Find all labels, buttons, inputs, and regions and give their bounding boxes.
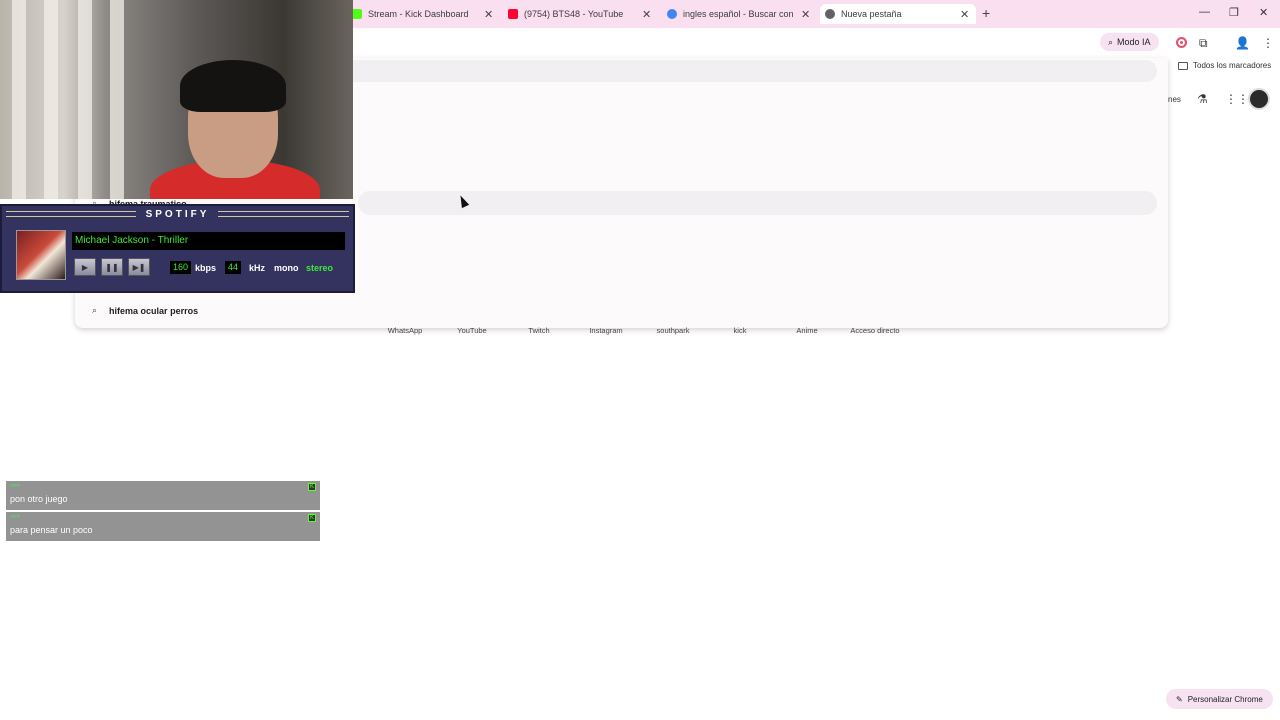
shortcut-youtube[interactable]: YouTube	[442, 326, 502, 335]
suggestion-text: hifema ocular perros	[109, 305, 199, 316]
suggestion-highlight[interactable]	[358, 191, 1157, 215]
new-tab-icon[interactable]: +	[982, 5, 990, 21]
close-icon[interactable]: ✕	[960, 8, 969, 21]
window-close-icon[interactable]: ✕	[1259, 6, 1268, 19]
shortcut-kick[interactable]: kick	[710, 326, 770, 335]
shortcut-southpark[interactable]: southpark	[643, 326, 703, 335]
bitrate-label: kbps	[195, 263, 217, 273]
shortcut-twitch[interactable]: Twitch	[509, 326, 569, 335]
search-icon: ⌕	[92, 305, 98, 315]
google-icon	[667, 9, 677, 19]
play-button[interactable]: ▶	[74, 258, 96, 276]
tab-title: Stream - Kick Dashboard	[368, 9, 469, 19]
google-apps-icon[interactable]: ⋮⋮	[1225, 92, 1249, 106]
samplerate-value: 44	[225, 261, 242, 274]
tab-kick-dashboard[interactable]: Stream - Kick Dashboard ✕	[352, 4, 500, 24]
chat-text: para pensar un poco	[10, 525, 93, 535]
tab-google-search[interactable]: ingles español - Buscar con Go ✕	[667, 4, 817, 24]
labs-icon[interactable]: ⚗	[1197, 92, 1208, 106]
webcam-overlay	[0, 0, 353, 199]
apps-label[interactable]: nes	[1168, 95, 1181, 104]
youtube-icon	[508, 9, 518, 19]
shortcut-whatsapp[interactable]: WhatsApp	[375, 326, 435, 335]
close-icon[interactable]: ✕	[642, 8, 651, 21]
modo-ia-button[interactable]: ⌕ Modo IA	[1100, 33, 1159, 51]
chrome-icon	[825, 9, 835, 19]
album-art	[16, 230, 66, 280]
extensions-icon[interactable]: ⧉	[1199, 36, 1208, 51]
restore-icon[interactable]: ❐	[1229, 6, 1239, 19]
shortcut-add[interactable]: Acceso directo	[845, 326, 905, 335]
pencil-icon: ✎	[1176, 694, 1183, 704]
suggestion-item[interactable]: ⌕ hifema ocular perros	[92, 305, 198, 316]
screen: Stream - Kick Dashboard ✕ (9754) BTS48 -…	[0, 0, 1280, 720]
shortcut-instagram[interactable]: Instagram	[576, 326, 636, 335]
mono-label: mono	[274, 263, 299, 273]
close-icon[interactable]: ✕	[484, 8, 493, 21]
customize-label: Personalizar Chrome	[1187, 694, 1263, 704]
all-bookmarks[interactable]: Todos los marcadores	[1178, 61, 1271, 70]
avatar[interactable]	[1248, 88, 1270, 110]
modo-ia-label: Modo IA	[1117, 37, 1151, 47]
menu-icon[interactable]: ⋮	[1262, 36, 1274, 50]
pause-button[interactable]: ❚❚	[101, 258, 123, 276]
tab-title: ingles español - Buscar con Go	[683, 9, 793, 19]
kick-badge-icon: K	[308, 483, 316, 491]
spotify-widget: SPOTIFY Michael Jackson - Thriller ▶ ❚❚ …	[0, 204, 355, 293]
folder-icon	[1178, 61, 1188, 70]
tab-new-tab[interactable]: Nueva pestaña ✕	[820, 4, 976, 24]
chat-username: rrrrrr	[10, 514, 20, 520]
record-icon[interactable]	[1176, 37, 1187, 48]
close-icon[interactable]: ✕	[801, 8, 810, 21]
chat-message: rrrrrr pon otro juego K	[6, 481, 320, 510]
spotify-title: SPOTIFY	[145, 209, 210, 220]
bookmarks-label: Todos los marcadores	[1193, 61, 1272, 70]
chat-username: rrrrrr	[10, 483, 20, 489]
minimize-icon[interactable]: —	[1199, 6, 1210, 18]
bitrate-value: 160	[170, 261, 192, 274]
samplerate-label: kHz	[249, 263, 266, 273]
tab-youtube[interactable]: (9754) BTS48 - YouTube ✕	[508, 4, 658, 24]
shortcut-anime[interactable]: Anime	[777, 326, 837, 335]
tab-title: Nueva pestaña	[841, 9, 902, 19]
streamer	[140, 60, 320, 199]
ai-search-icon: ⌕	[1108, 36, 1114, 47]
tab-title: (9754) BTS48 - YouTube	[524, 9, 624, 19]
customize-chrome-button[interactable]: ✎ Personalizar Chrome	[1166, 689, 1273, 709]
stereo-label: stereo	[306, 263, 334, 273]
chat-message: rrrrrr para pensar un poco K	[6, 512, 320, 541]
chat-text: pon otro juego	[10, 494, 68, 504]
profile-icon[interactable]: 👤	[1235, 36, 1250, 50]
omnibox-input[interactable]	[342, 60, 1157, 82]
kick-icon	[352, 9, 362, 19]
kick-badge-icon: K	[308, 514, 316, 522]
next-button[interactable]: ▶❚	[128, 258, 150, 276]
track-title: Michael Jackson - Thriller	[72, 232, 345, 250]
